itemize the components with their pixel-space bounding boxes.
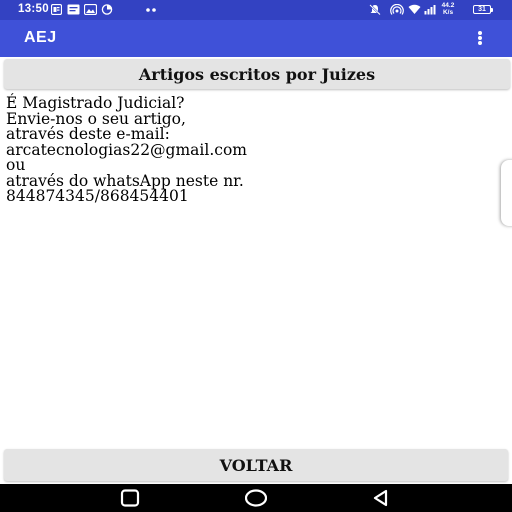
notification-app-icon — [51, 4, 62, 15]
notification-message-icon — [67, 4, 80, 15]
battery-tip — [491, 7, 493, 12]
wifi-icon — [408, 4, 421, 14]
back-icon[interactable] — [371, 488, 393, 508]
home-icon[interactable] — [245, 488, 267, 508]
notification-pinwheel-icon — [101, 4, 113, 15]
recents-icon[interactable] — [119, 488, 141, 508]
network-speed-unit: K/s — [442, 9, 454, 16]
signal-icon — [424, 5, 436, 15]
battery-level: 31 — [478, 6, 486, 13]
network-speed-value: 44.2 — [441, 2, 455, 9]
voltar-label: VOLTAR — [219, 455, 293, 475]
articles-by-judges-label: Artigos escritos por Juizes — [138, 64, 376, 84]
overflow-vertical-icon[interactable] — [470, 26, 490, 50]
network-speed: 44.2 K/s — [439, 2, 457, 16]
app-screen: 13:50 44.2 K/s 31 AEJ Artigos escritos p… — [0, 0, 512, 512]
voltar-button[interactable]: VOLTAR — [4, 449, 508, 481]
app-title: AEJ — [24, 29, 57, 46]
articles-by-judges-button[interactable]: Artigos escritos por Juizes — [4, 59, 510, 89]
more-notifications-icon — [146, 8, 156, 12]
contact-email: arcatecnologias22@gmail.com — [6, 140, 247, 159]
status-time: 13:50 — [18, 3, 49, 15]
mute-icon — [369, 4, 381, 15]
notification-image-icon — [84, 4, 97, 15]
hotspot-icon — [390, 4, 404, 15]
submission-message: É Magistrado Judicial? Envie-nos o seu a… — [6, 95, 506, 205]
battery-icon: 31 — [473, 5, 491, 14]
app-bar: AEJ — [0, 20, 512, 57]
status-bar: 13:50 44.2 K/s 31 — [0, 0, 512, 20]
edge-panel-handle[interactable] — [501, 160, 512, 226]
contact-phone-numbers: 844874345/868454401 — [6, 187, 189, 205]
navigation-bar — [0, 484, 512, 512]
